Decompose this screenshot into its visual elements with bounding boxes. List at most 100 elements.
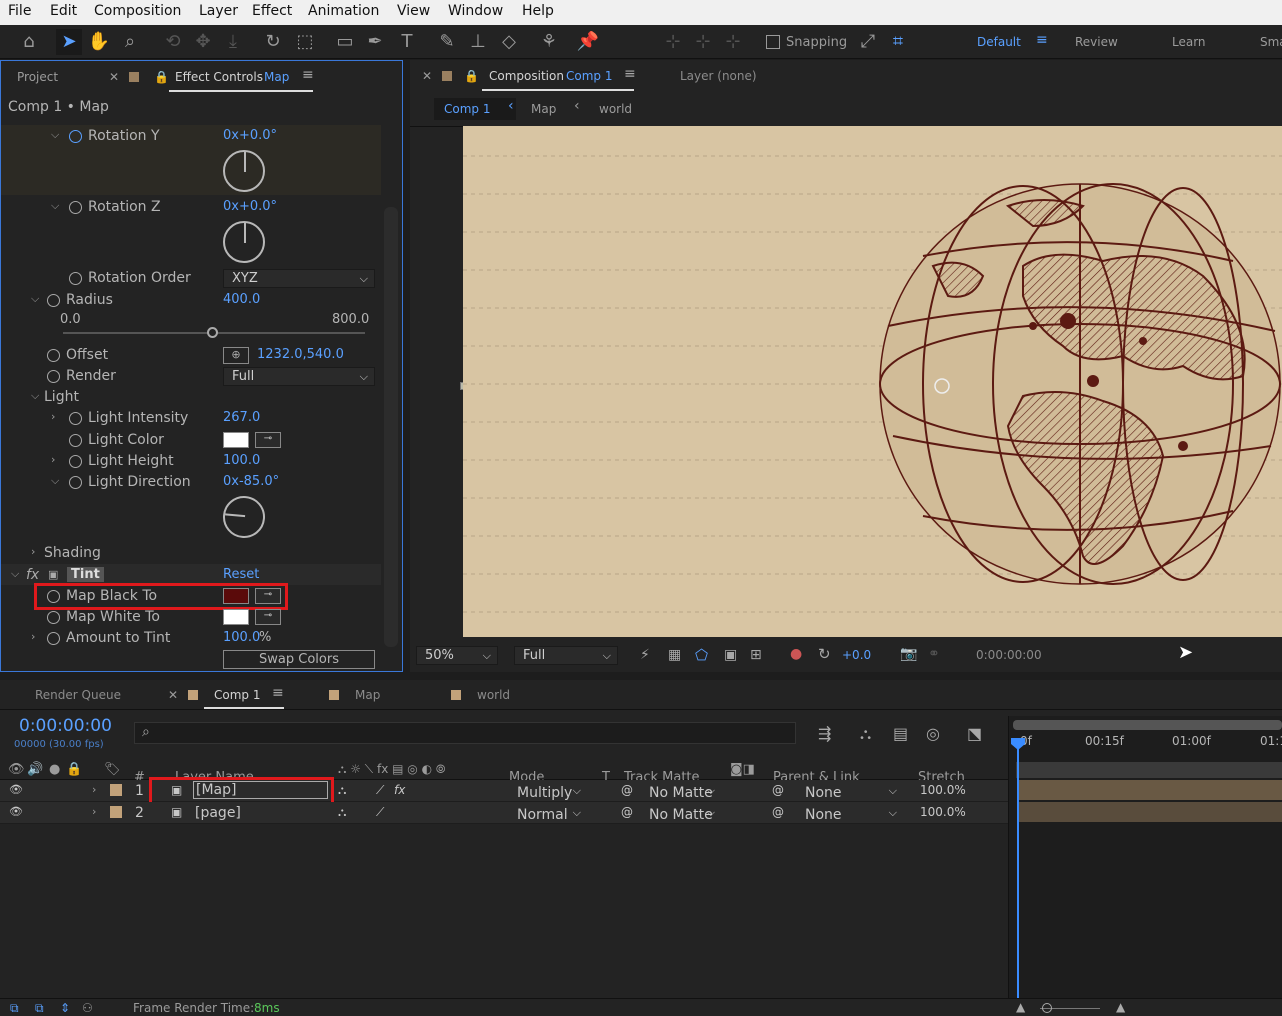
eye-icon[interactable]: 👁 <box>8 762 25 777</box>
tint-reset-link[interactable]: Reset <box>223 567 259 582</box>
stretch-value[interactable]: 100.0% <box>920 805 966 819</box>
crumb-comp1[interactable]: Comp 1 <box>444 102 490 116</box>
quality-switch-icon[interactable]: ⟋ <box>376 805 384 820</box>
panel-menu-icon[interactable]: ≡ <box>272 685 284 701</box>
local-axis-icon[interactable]: ⊹ <box>660 29 686 55</box>
composition-viewer[interactable] <box>463 126 1282 637</box>
eyedropper-icon[interactable]: ⊸ <box>255 609 281 625</box>
parent-dropdown[interactable]: None ⌵ <box>796 803 904 823</box>
label-color-icon[interactable] <box>110 784 122 796</box>
chevron-right-icon[interactable]: › <box>31 545 35 558</box>
tab-comp-name[interactable]: Comp 1 <box>566 69 612 83</box>
selection-tool-icon[interactable]: ➤ <box>56 29 82 55</box>
fx-switch-icon[interactable]: fx <box>394 783 405 797</box>
panel-menu-icon[interactable]: ≡ <box>302 67 314 83</box>
timeline-graph-area[interactable] <box>1008 716 1282 998</box>
reset-exposure-icon[interactable]: ↻ <box>818 645 831 663</box>
tab-render-queue[interactable]: Render Queue <box>35 688 121 702</box>
light-color-swatch[interactable] <box>223 432 249 448</box>
layer-search-input[interactable] <box>134 722 796 744</box>
matte-link-icon[interactable]: @ <box>621 805 633 819</box>
eye-icon[interactable]: 👁 <box>9 783 23 796</box>
label-color-icon[interactable] <box>110 806 122 818</box>
orbit-camera-icon[interactable]: ⟲ <box>160 29 186 55</box>
layer-bar[interactable] <box>1018 802 1282 822</box>
fx-icon[interactable]: fx <box>26 567 39 583</box>
light-height-value[interactable]: 100.0 <box>223 453 260 468</box>
stopwatch-icon[interactable] <box>69 412 82 425</box>
menu-help[interactable]: Help <box>522 3 554 19</box>
layer-name[interactable]: [page] <box>195 805 241 821</box>
tab-effect-layer[interactable]: Map <box>264 70 289 84</box>
menu-layer[interactable]: Layer <box>199 3 238 19</box>
parent-dropdown[interactable]: None ⌵ <box>796 781 904 801</box>
crumb-world[interactable]: world <box>599 102 632 116</box>
home-icon[interactable]: ⌂ <box>16 29 42 55</box>
view-axis-icon[interactable]: ⊹ <box>720 29 746 55</box>
zoom-tool-icon[interactable]: ⌕ <box>117 29 143 55</box>
radius-slider-thumb[interactable] <box>207 327 219 338</box>
stopwatch-icon[interactable] <box>69 455 82 468</box>
timeline-timecode[interactable]: 0:00:00:00 <box>19 716 112 736</box>
rectangle-tool-icon[interactable]: ▭ <box>332 29 358 55</box>
render-time-icon[interactable]: ⚇ <box>82 1001 93 1015</box>
pick-whip-icon[interactable]: @ <box>772 783 784 797</box>
shy-switch-icon[interactable]: ⛬ <box>338 805 346 820</box>
layer-switches-icon[interactable]: ⧉ <box>10 1001 19 1016</box>
close-icon[interactable]: ✕ <box>422 69 432 83</box>
chevron-down-icon[interactable]: ⌵ <box>51 128 59 142</box>
menu-animation[interactable]: Animation <box>308 3 379 19</box>
swap-colors-button[interactable]: Swap Colors <box>223 650 375 669</box>
audio-icon[interactable]: 🔊 <box>27 762 43 777</box>
pan-behind-icon[interactable]: ⬚ <box>292 29 318 55</box>
solo-icon[interactable]: ● <box>49 762 60 777</box>
light-direction-value[interactable]: 0x-85.0° <box>223 474 279 489</box>
rotation-y-dial[interactable] <box>223 150 265 192</box>
transfer-controls-icon[interactable]: ⧉ <box>35 1001 44 1016</box>
render-dropdown[interactable]: Full ⌵ <box>223 367 375 386</box>
shy-layers-icon[interactable]: ⛬ <box>860 724 871 744</box>
fast-preview-icon[interactable]: ⚡ <box>640 647 650 663</box>
chevron-down-icon[interactable]: ⌵ <box>31 292 39 306</box>
quality-switch-icon[interactable]: ⟋ <box>376 783 384 798</box>
frame-blending-icon[interactable]: ▤ <box>893 724 908 743</box>
stopwatch-icon[interactable] <box>47 611 60 624</box>
menu-effect[interactable]: Effect <box>252 3 292 19</box>
menu-view[interactable]: View <box>397 3 430 19</box>
tab-map[interactable]: Map <box>355 688 380 702</box>
label-icon[interactable]: 🏷 <box>104 762 121 777</box>
chevron-right-icon[interactable]: › <box>51 410 55 423</box>
menu-edit[interactable]: Edit <box>50 3 77 19</box>
hand-tool-icon[interactable]: ✋ <box>86 29 112 55</box>
exposure-value[interactable]: +0.0 <box>842 648 871 662</box>
zoom-in-icon[interactable]: ▲ <box>1116 1000 1125 1014</box>
chevron-down-icon[interactable]: ⌵ <box>51 474 59 488</box>
stopwatch-icon[interactable] <box>69 476 82 489</box>
workspace-more[interactable]: Sma <box>1260 35 1282 49</box>
clone-stamp-icon[interactable]: ⊥ <box>465 29 491 55</box>
switches-icon[interactable]: ⛬ ☼ ⟍ fx ▤ ◎ ◐ ⦾ <box>338 762 445 777</box>
close-icon[interactable]: ✕ <box>168 688 178 702</box>
workspace-default[interactable]: Default <box>977 35 1021 49</box>
snapshot-icon[interactable]: 📷 <box>900 646 917 662</box>
layer-row[interactable]: 👁 › 2 ▣ [page] ⛬ ⟋ Normal ⌵ @ No Matte ⌵ @… <box>0 802 1008 824</box>
stopwatch-icon[interactable] <box>47 294 60 307</box>
chevron-right-icon[interactable]: › <box>51 453 55 466</box>
light-intensity-value[interactable]: 267.0 <box>223 410 260 425</box>
pen-tool-icon[interactable]: ✒ <box>362 29 388 55</box>
workspace-learn[interactable]: Learn <box>1172 35 1206 49</box>
graph-editor-icon[interactable]: ⬔ <box>967 724 982 743</box>
workspace-menu-icon[interactable]: ≡ <box>1036 32 1048 48</box>
stopwatch-icon[interactable] <box>69 272 82 285</box>
eyedropper-icon[interactable]: ⊸ <box>255 432 281 448</box>
chevron-right-icon[interactable]: › <box>92 805 96 818</box>
stopwatch-icon[interactable] <box>47 349 60 362</box>
crosshair-icon[interactable]: ⊕ <box>223 347 249 364</box>
stopwatch-icon[interactable] <box>47 370 60 383</box>
track-matte-dropdown[interactable]: No Matte ⌵ <box>640 803 722 823</box>
close-icon[interactable]: ✕ <box>109 70 119 84</box>
comp-mini-flowchart-icon[interactable]: ⇶ <box>818 724 831 743</box>
snap-edges-icon[interactable]: ⤢ <box>855 29 881 55</box>
type-tool-icon[interactable]: T <box>394 29 420 55</box>
dolly-camera-icon[interactable]: ⤓ <box>220 29 246 55</box>
